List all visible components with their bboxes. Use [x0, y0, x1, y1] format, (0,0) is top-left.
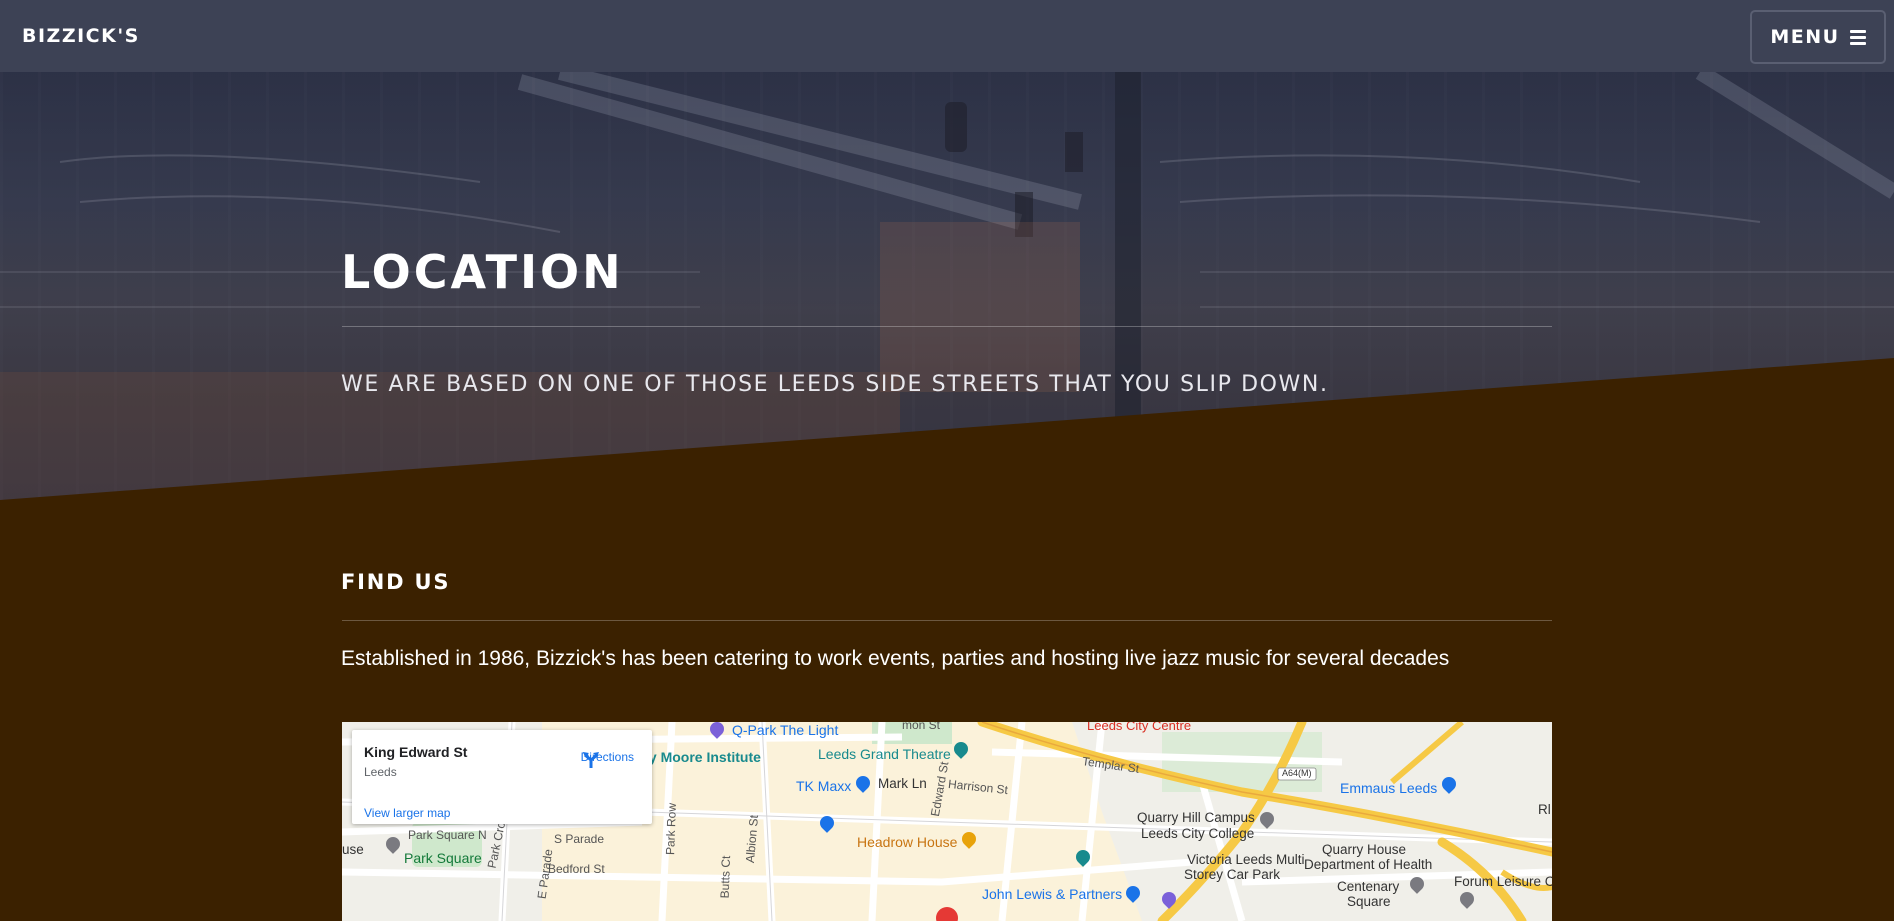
map-label-bedford: Bedford St	[548, 862, 605, 876]
map-label-q-park[interactable]: Q-Park The Light	[732, 722, 838, 738]
map-label-victoria[interactable]: Victoria Leeds Multi	[1187, 852, 1305, 867]
map-label-leeds-grand[interactable]: Leeds Grand Theatre	[818, 746, 951, 762]
directions-icon	[582, 752, 599, 768]
map-label-rl-fragment: Rl	[1538, 802, 1551, 817]
page-title: LOCATION	[341, 245, 624, 299]
map-label-s-parade: S Parade	[554, 832, 605, 846]
map-label-street-fragment: mon St	[902, 722, 941, 732]
map-label-park-square-n: Park Square N	[408, 828, 487, 842]
map-label-headrow-house[interactable]: Headrow House	[857, 834, 957, 850]
map-label-tk-maxx[interactable]: TK Maxx	[796, 778, 851, 794]
map-label-dept-health[interactable]: Department of Health	[1304, 857, 1432, 872]
page-subtitle: WE ARE BASED ON ONE OF THOSE LEEDS SIDE …	[341, 372, 1329, 397]
map-label-victoria-2[interactable]: Storey Car Park	[1184, 867, 1280, 882]
map-label-centenary-2[interactable]: Square	[1347, 894, 1391, 909]
map-label-quarry-hill[interactable]: Quarry Hill Campus	[1137, 810, 1255, 825]
map-card-subtitle: Leeds	[364, 765, 397, 779]
hamburger-icon	[1849, 29, 1866, 45]
title-divider	[342, 326, 1552, 327]
map-label-forum[interactable]: Forum Leisure Ce	[1454, 874, 1552, 889]
directions-button[interactable]: Directions	[581, 750, 634, 768]
map-label-john-lewis[interactable]: John Lewis & Partners	[982, 886, 1122, 902]
map-label-emmaus[interactable]: Emmaus Leeds	[1340, 780, 1437, 796]
map-label-a64m: A64(M)	[1282, 768, 1312, 778]
map-label-park-square[interactable]: Park Square	[404, 850, 482, 866]
hero-diagonal-divider	[0, 358, 1894, 504]
map-label-park-row: Park Row	[663, 802, 679, 856]
menu-label: MENU	[1770, 26, 1840, 48]
brand-logo[interactable]: BIZZICK'S	[22, 25, 140, 47]
map-label-mark-ln: Mark Ln	[878, 776, 927, 791]
view-larger-map-link[interactable]: View larger map	[364, 806, 450, 820]
find-us-heading: FIND US	[341, 570, 451, 594]
map-label-use-fragment: use	[342, 842, 364, 857]
find-us-divider	[342, 620, 1552, 621]
navbar: BIZZICK'S MENU	[0, 0, 1894, 72]
map-label-quarry-house[interactable]: Quarry House	[1322, 842, 1406, 857]
map-info-card: King Edward St Leeds Directions View lar…	[352, 730, 652, 824]
map-label-butts-ct: Butts Ct	[717, 855, 734, 899]
map-label-leeds-city-college[interactable]: Leeds City College	[1141, 826, 1254, 841]
menu-button[interactable]: MENU	[1750, 10, 1886, 64]
map-label-centenary[interactable]: Centenary	[1337, 879, 1399, 894]
map-card-title: King Edward St	[364, 744, 468, 760]
map-label-leeds-city-centre[interactable]: Leeds City Centre	[1087, 722, 1191, 733]
find-us-description: Established in 1986, Bizzick's has been …	[341, 647, 1450, 670]
embedded-map[interactable]: Q-Park The Light Henry Moore Institute L…	[342, 722, 1552, 921]
